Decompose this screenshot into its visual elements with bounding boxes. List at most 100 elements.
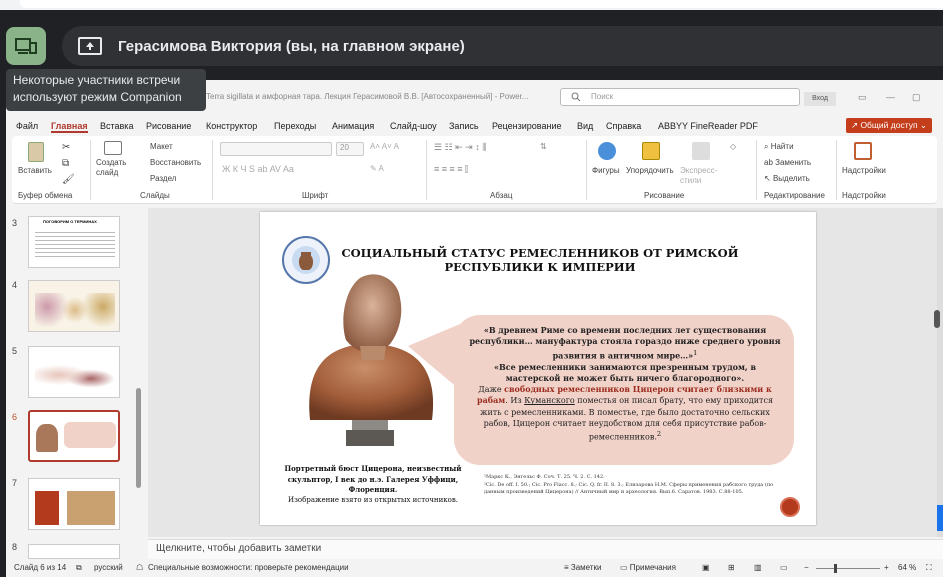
express-styles-label[interactable]: Экспресс-стили [680,166,720,186]
replace-button[interactable]: ab Заменить [764,158,811,167]
language[interactable]: русский [94,563,123,572]
menu-file[interactable]: Файл [16,121,38,131]
font-size-select[interactable]: 20 [336,142,364,156]
notes-button[interactable]: ≡ Заметки [564,563,602,572]
vertical-scrollbar[interactable] [937,208,943,537]
find-button[interactable]: ⌕ Найти [764,142,794,152]
thumbnail-scrollbar[interactable] [136,388,141,488]
layout-button[interactable]: Макет [150,142,173,151]
slide-thumbnail[interactable] [28,346,120,398]
express-styles-icon[interactable] [692,142,710,160]
addins-label[interactable]: Надстройки [842,166,886,175]
slide-thumbnail[interactable] [28,478,120,530]
slide-thumbnail[interactable]: ПОГОВОРИМ О ТЕРМИНАХ [28,216,120,268]
font-style-icons[interactable]: Ж К Ч S ab AV Aa [222,164,294,174]
menu-insert[interactable]: Вставка [100,121,133,131]
select-label: Выделить [772,174,810,183]
presenting-banner: Герасимова Виктория (вы, на главном экра… [62,26,943,66]
addins-icon[interactable] [854,142,872,160]
slideshow-view-icon[interactable]: ▭ [780,563,788,572]
format-painter-icon[interactable]: 🖌 [62,174,75,185]
spellcheck-icon[interactable]: ⧉ [76,563,82,573]
thumb-content [35,491,115,525]
copy-icon[interactable]: ⧉ [62,158,69,169]
group-separator [212,140,213,200]
login-button[interactable]: Вход [804,92,836,106]
slide-number: 5 [12,346,18,356]
menu-view[interactable]: Вид [577,121,593,131]
arrange-icon[interactable] [642,142,660,160]
maximize-icon[interactable]: ▢ [912,92,921,103]
minimize-icon[interactable]: — [886,92,895,102]
group-addins: Надстройки [842,191,886,200]
group-font: Шрифт [302,191,329,200]
find-label: Найти [770,142,794,151]
reading-view-icon[interactable]: ▥ [754,563,762,572]
font-color-icon[interactable]: ✎ A [370,164,384,173]
menu-bar: Файл Главная Вставка Рисование Конструкт… [6,116,943,136]
thumb-content [35,293,115,327]
present-screen-icon [78,37,102,55]
footnote-ref-1: 1 [693,348,698,357]
select-button[interactable]: ↖ Выделить [764,174,810,183]
menu-home[interactable]: Главная [51,121,88,133]
slide-number: 4 [12,280,18,290]
ribbon-display-icon[interactable]: ▭ [858,92,867,103]
align-icons[interactable]: ≡ ≡ ≡ ≡ ⫿ [434,164,468,175]
zoom-slider[interactable] [816,568,880,569]
zoom-out-icon[interactable]: − [804,563,809,572]
share-button[interactable]: ↗ Общий доступ ⌄ [846,118,932,133]
accessibility-status[interactable]: Специальные возможности: проверьте реком… [148,563,349,572]
menu-slideshow[interactable]: Слайд-шоу [390,121,437,131]
font-grow-icon[interactable]: A˄ A˅ A [370,142,399,151]
arrange-label[interactable]: Упорядочить [626,166,674,175]
fit-slide-icon[interactable]: ⛶ [926,563,932,573]
font-family-select[interactable] [220,142,332,156]
shape-fill-icon[interactable]: ◇ [730,142,736,151]
search-icon [571,92,581,102]
thumb-content [35,357,115,393]
text-direction-icon[interactable]: ⇅ [540,142,547,151]
normal-view-icon[interactable]: ▣ [702,563,710,572]
cut-icon[interactable]: ✂ [62,142,70,153]
slide-thumbnail-selected[interactable] [28,410,120,462]
presenter-label: Герасимова Виктория (вы, на главном экра… [118,37,465,55]
current-slide[interactable]: СОЦИАЛЬНЫЙ СТАТУС РЕМЕСЛЕННИКОВ ОТ РИМСК… [260,212,816,525]
slide-number: 8 [12,542,18,552]
new-slide-icon[interactable] [104,141,122,155]
zoom-level[interactable]: 64 % [898,563,916,572]
shapes-icon[interactable] [598,142,616,160]
ribbon: Вставить ✂ ⧉ 🖌 Буфер обмена Создать слай… [12,136,937,204]
menu-draw[interactable]: Рисование [146,121,191,131]
sorter-view-icon[interactable]: ⊞ [728,563,735,572]
search-input[interactable]: Поиск [560,88,800,106]
paste-icon[interactable] [28,142,44,162]
list-icons[interactable]: ☰ ☷ ⇤ ⇥ ↕ ⫼ [434,142,486,153]
new-slide-label[interactable]: Создать слайд [96,158,132,178]
group-separator [836,140,837,200]
menu-animation[interactable]: Анимация [332,121,374,131]
menu-help[interactable]: Справка [606,121,641,131]
scroll-thumb[interactable] [934,310,940,328]
slide-thumbnail[interactable] [28,280,120,332]
menu-transitions[interactable]: Переходы [274,121,316,131]
footnote-1: ¹Маркс К., Энгельс Ф. Соч. Т. 25. Ч. 2. … [484,474,605,480]
paste-label: Вставить [18,166,52,175]
menu-record[interactable]: Запись [449,121,479,131]
thumb-title: ПОГОВОРИМ О ТЕРМИНАХ [43,219,97,224]
zoom-slider-thumb[interactable] [834,564,837,573]
shapes-label[interactable]: Фигуры [592,166,620,175]
menu-abbyy[interactable]: ABBYY FineReader PDF [658,121,758,131]
accessibility-icon[interactable]: ☖ [136,563,143,572]
restore-button[interactable]: Восстановить [150,158,201,167]
section-button[interactable]: Раздел [150,174,176,183]
footnote-ref-2: 2 [656,430,662,439]
zoom-in-icon[interactable]: + [884,563,889,572]
notes-pane[interactable]: Щелкните, чтобы добавить заметки [148,539,943,559]
companion-mode-button[interactable] [6,27,46,65]
menu-design[interactable]: Конструктор [206,121,257,131]
slide-thumbnail-panel: 3 ПОГОВОРИМ О ТЕРМИНАХ 4 5 6 7 8 [6,208,146,559]
comments-button[interactable]: ▭ Примечания [620,563,676,572]
slide-thumbnail[interactable] [28,544,120,559]
menu-review[interactable]: Рецензирование [492,121,562,131]
